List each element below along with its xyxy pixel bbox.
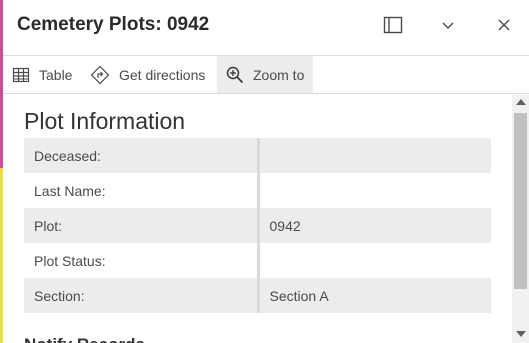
scroll-up-arrow-icon[interactable] xyxy=(516,99,526,105)
popup-title: Cemetery Plots: 0942 xyxy=(17,14,210,35)
table-button[interactable]: Table xyxy=(12,56,72,93)
zoom-in-icon xyxy=(226,66,244,84)
close-icon xyxy=(497,18,511,37)
popup-panel: Cemetery Plots: 0942 Table Get direction… xyxy=(3,0,529,343)
table-row: Last Name: xyxy=(24,173,491,208)
dock-button[interactable] xyxy=(380,14,406,40)
get-directions-label: Get directions xyxy=(119,66,206,83)
field-label: Plot Status: xyxy=(24,243,260,278)
collapse-button[interactable] xyxy=(435,14,461,40)
table-icon xyxy=(12,67,30,83)
scroll-down-arrow-icon[interactable] xyxy=(516,331,526,337)
directions-icon xyxy=(90,65,110,85)
table-row: Plot Status: xyxy=(24,243,491,278)
field-value xyxy=(258,138,491,173)
zoom-to-label: Zoom to xyxy=(253,66,305,83)
table-row: Deceased: xyxy=(24,138,491,173)
field-value xyxy=(258,243,491,278)
field-value: 0942 xyxy=(258,208,491,243)
scroll-thumb[interactable] xyxy=(514,113,527,289)
table-row: Plot: 0942 xyxy=(24,208,491,243)
scrollbar[interactable] xyxy=(512,95,529,343)
next-section-title: Notify Records xyxy=(24,335,145,343)
table-row: Section: Section A xyxy=(24,278,491,313)
table-label: Table xyxy=(39,66,73,83)
field-label: Plot: xyxy=(24,208,260,243)
field-label: Section: xyxy=(24,278,260,313)
popup-content: Plot Information Deceased: Last Name: Pl… xyxy=(3,95,512,343)
chevron-down-icon xyxy=(441,18,455,36)
action-bar: Table Get directions Zoom to xyxy=(3,56,529,94)
field-value: Section A xyxy=(258,278,491,313)
field-value xyxy=(258,173,491,208)
field-label: Deceased: xyxy=(24,138,260,173)
section-title: Plot Information xyxy=(24,108,186,134)
field-label: Last Name: xyxy=(24,173,260,208)
zoom-to-button[interactable]: Zoom to xyxy=(217,56,314,93)
attribute-table: Deceased: Last Name: Plot: 0942 Plot Sta… xyxy=(24,138,491,313)
popup-header: Cemetery Plots: 0942 xyxy=(3,0,529,56)
close-button[interactable] xyxy=(491,14,517,40)
dock-panel-icon xyxy=(383,16,403,39)
get-directions-button[interactable]: Get directions xyxy=(90,56,205,93)
